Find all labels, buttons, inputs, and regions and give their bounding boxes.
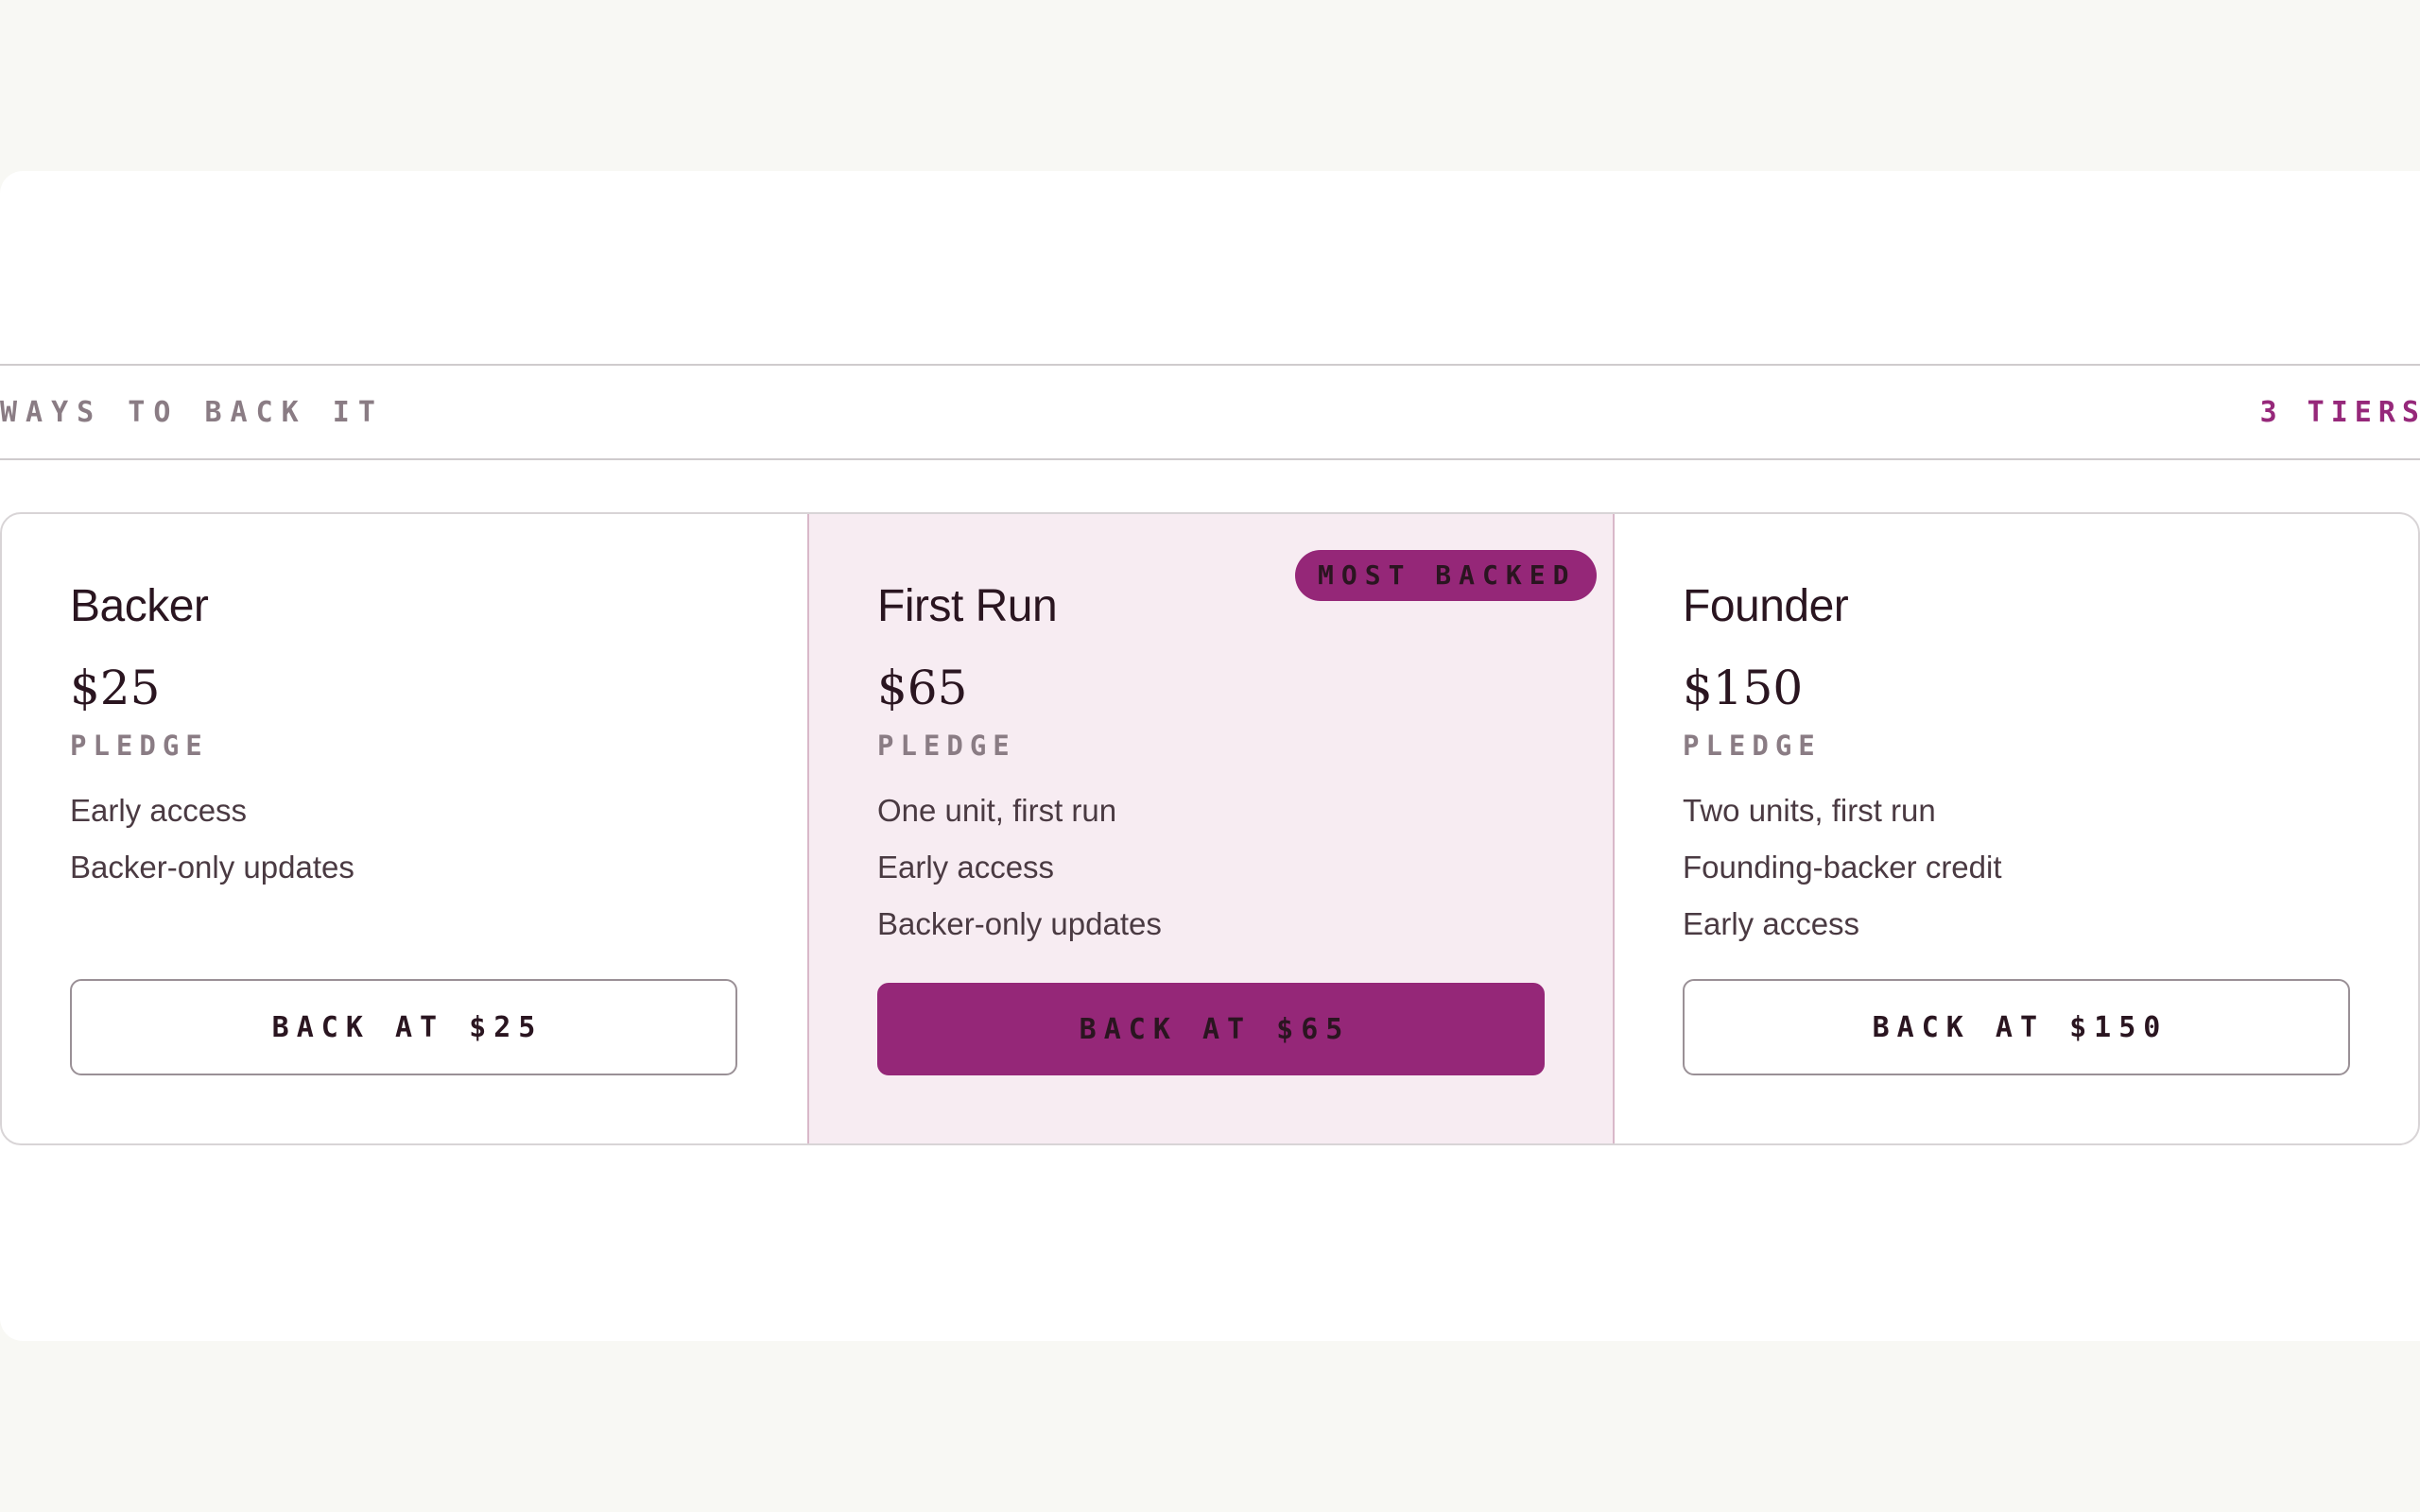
tier-name: Founder [1683,581,1849,631]
feature-list: Two units, first run Founding-backer cre… [1683,792,2002,962]
tier-card-first-run: MOST BACKED First Run $65 PLEDGE One uni… [807,514,1613,1143]
feature-item: Founding-backer credit [1683,850,2002,885]
back-at-25-button[interactable]: BACK AT $25 [70,979,737,1075]
feature-list: One unit, first run Early access Backer-… [877,792,1162,962]
feature-item: Early access [877,850,1055,885]
tier-price: $150 [1683,661,1804,715]
feature-item: Backer-only updates [70,850,354,885]
feature-list: Early access Backer-only updates [70,792,354,905]
most-backed-badge: MOST BACKED [1295,550,1598,601]
tier-card-backer: Backer $25 PLEDGE Early access Backer-on… [2,514,807,1143]
tier-unit-label: PLEDGE [70,730,209,762]
feature-item: Two units, first run [1683,793,1936,828]
back-at-65-button[interactable]: BACK AT $65 [877,983,1545,1075]
back-at-150-button[interactable]: BACK AT $150 [1683,979,2350,1075]
tier-count: 3 TIERS [2259,396,2420,429]
feature-item: Early access [1683,906,1860,941]
feature-item: Early access [70,793,248,828]
tier-price: $65 [877,661,968,715]
section-title: WAYS TO BACK IT [0,396,384,429]
tier-unit-label: PLEDGE [877,730,1016,762]
tier-card-founder: Founder $150 PLEDGE Two units, first run… [1613,514,2418,1143]
tier-price: $25 [70,661,161,715]
feature-item: Backer-only updates [877,906,1162,941]
section-header: WAYS TO BACK IT 3 TIERS [0,364,2420,460]
tier-name: First Run [877,581,1058,631]
tier-unit-label: PLEDGE [1683,730,1822,762]
tier-name: Backer [70,581,209,631]
feature-item: One unit, first run [877,793,1117,828]
pricing-tiers: Backer $25 PLEDGE Early access Backer-on… [0,512,2420,1145]
